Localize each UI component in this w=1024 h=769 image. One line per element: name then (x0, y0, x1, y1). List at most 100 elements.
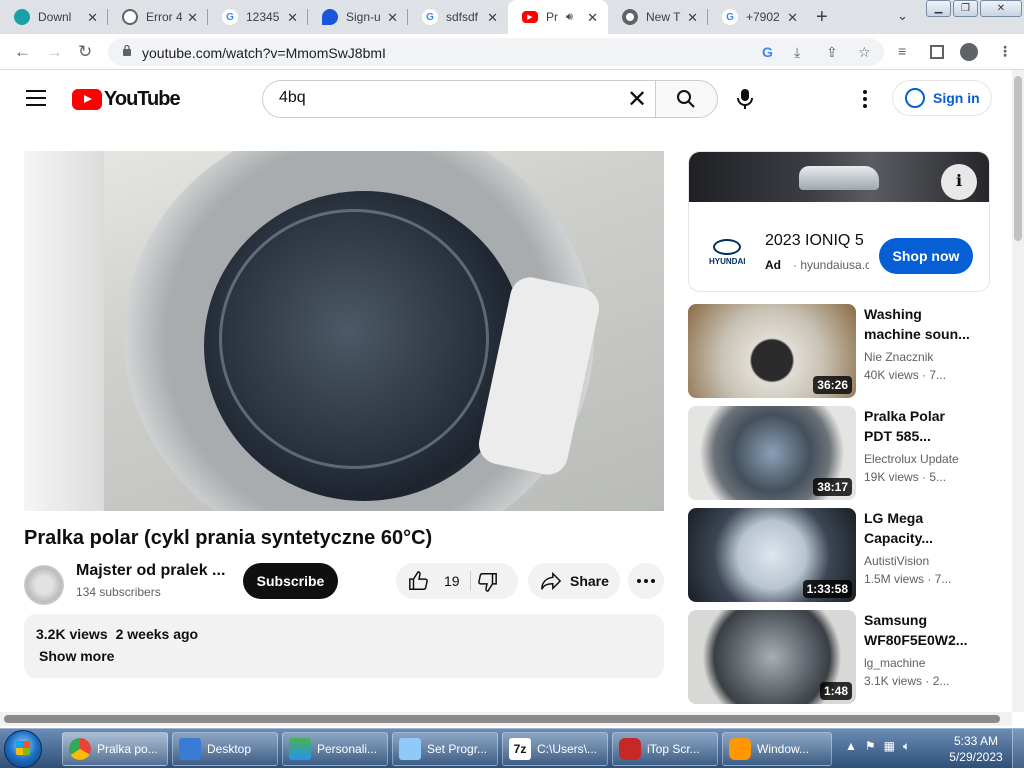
related-channel[interactable]: Electrolux Update (864, 452, 959, 466)
address-bar[interactable]: youtube.com/watch?v=MmomSwJ8bmI G ⤓ ⇪ ☆ (108, 38, 884, 66)
profile-avatar-icon[interactable] (960, 43, 978, 61)
channel-name[interactable]: Majster od pralek ... (76, 562, 226, 580)
close-tab-icon[interactable]: ✕ (687, 10, 698, 26)
screen-recorder-icon (619, 738, 641, 760)
youtube-logo[interactable]: YouTube (72, 88, 181, 111)
browser-tab[interactable]: Error 4 ✕ (108, 0, 208, 34)
close-tab-icon[interactable]: ✕ (587, 10, 598, 26)
clear-search-icon[interactable]: ✕ (627, 85, 647, 114)
media-control-icon[interactable]: ≡ (898, 43, 906, 59)
install-app-icon[interactable]: ⤓ (794, 44, 800, 61)
sign-in-button[interactable]: Sign in (892, 80, 992, 116)
related-channel[interactable]: lg_machine (864, 656, 925, 670)
side-panel-icon[interactable] (930, 45, 944, 59)
microphone-icon[interactable] (736, 88, 754, 110)
browser-tab[interactable]: G 12345 ✕ (208, 0, 308, 34)
more-actions-button[interactable] (628, 563, 664, 599)
upload-age: 2 weeks ago (115, 626, 199, 642)
taskbar-item[interactable]: 7z C:\Users\... (502, 732, 608, 766)
close-tab-icon[interactable]: ✕ (487, 10, 498, 26)
thumbs-down-icon[interactable] (476, 571, 498, 593)
chrome-icon (69, 738, 91, 760)
tab-title: sdfsdf (446, 10, 479, 24)
taskbar-item[interactable]: Pralka po... (62, 732, 168, 766)
video-thumbnail[interactable]: 36:26 (688, 304, 856, 398)
shop-now-button[interactable]: Shop now (879, 238, 973, 274)
search-icon (677, 90, 695, 108)
taskbar-item[interactable]: Personali... (282, 732, 388, 766)
browser-tab[interactable]: Sign-u ✕ (308, 0, 408, 34)
tab-favicon-icon (14, 9, 30, 25)
browser-menu-icon[interactable]: ⋮ (998, 43, 1012, 60)
taskbar-item[interactable]: Desktop (172, 732, 278, 766)
related-video[interactable]: 38:17 Pralka Polar PDT 585... Electrolux … (688, 406, 988, 500)
sidebar-ad[interactable]: i HYUNDAI 2023 IONIQ 5 Ad · hyundaiusa.c… (688, 151, 990, 292)
settings-menu-icon[interactable] (863, 90, 867, 111)
duration-badge: 1:48 (819, 682, 852, 700)
share-button[interactable]: Share (528, 563, 620, 599)
new-tab-button[interactable]: + (816, 6, 828, 29)
related-video[interactable]: 1:48 Samsung WF80F5E0W2... lg_machine 3.1… (688, 610, 988, 704)
like-button[interactable]: 19 (396, 563, 470, 599)
share-label: Share (570, 573, 609, 589)
maximize-button[interactable]: ❐ (953, 0, 978, 17)
related-channel[interactable]: Nie Znacznik (864, 350, 933, 364)
google-lens-icon[interactable]: G (762, 44, 773, 60)
search-input[interactable] (279, 89, 609, 107)
duration-badge: 38:17 (813, 478, 852, 496)
duration-badge: 1:33:58 (802, 580, 852, 598)
browser-tab-active[interactable]: ▶ Pr 🔊︎ ✕ (508, 0, 608, 34)
minimize-button[interactable]: ▁ (926, 0, 951, 17)
forward-arrow-icon[interactable]: → (46, 42, 63, 62)
desktop-icon (179, 738, 201, 760)
video-player[interactable] (24, 151, 664, 511)
taskbar-item[interactable]: Window... (722, 732, 832, 766)
action-center-icon[interactable]: ⚑ (865, 739, 876, 754)
browser-tab[interactable]: New T ✕ (608, 0, 708, 34)
tab-search-chevron-icon[interactable]: ⌄ (897, 8, 908, 24)
browser-tab[interactable]: G +7902 ✕ (708, 0, 808, 34)
horizontal-scrollbar[interactable] (0, 712, 1012, 726)
channel-avatar[interactable] (24, 565, 64, 605)
related-channel[interactable]: AutistiVision (864, 554, 929, 568)
close-tab-icon[interactable]: ✕ (187, 10, 198, 26)
ad-info-icon[interactable]: i (941, 164, 977, 200)
volume-icon[interactable]: 🔈︎ (903, 739, 910, 754)
window-close-button[interactable]: ✕ (980, 0, 1022, 17)
close-tab-icon[interactable]: ✕ (87, 10, 98, 26)
window-controls: ▁ ❐ ✕ (926, 0, 1024, 17)
search-box: ✕ (262, 80, 656, 118)
close-tab-icon[interactable]: ✕ (787, 10, 798, 26)
related-video[interactable]: 36:26 Washing machine soun... Nie Znaczni… (688, 304, 988, 398)
system-tray: ▲ ⚑ ▦ 🔈︎ (845, 739, 910, 754)
subscribe-button[interactable]: Subscribe (243, 563, 338, 599)
network-icon[interactable]: ▦ (884, 739, 895, 754)
vertical-scrollbar[interactable] (1012, 70, 1024, 712)
taskbar-item[interactable]: Set Progr... (392, 732, 498, 766)
video-thumbnail[interactable]: 1:48 (688, 610, 856, 704)
video-thumbnail[interactable]: 38:17 (688, 406, 856, 500)
bookmark-star-icon[interactable]: ☆ (858, 44, 871, 61)
system-clock[interactable]: 5:33 AM 5/29/2023 (944, 733, 1008, 765)
reload-icon[interactable]: ↻ (78, 42, 92, 62)
browser-tab[interactable]: Downl ✕ (0, 0, 108, 34)
show-more-link[interactable]: Show more (39, 648, 652, 664)
tray-expand-icon[interactable]: ▲ (845, 739, 857, 754)
close-tab-icon[interactable]: ✕ (287, 10, 298, 26)
description-box[interactable]: 3.2K views 2 weeks ago Show more (24, 614, 664, 678)
back-arrow-icon[interactable]: ← (14, 42, 31, 62)
related-video[interactable]: 1:33:58 LG Mega Capacity... AutistiVision… (688, 508, 988, 602)
show-desktop-button[interactable] (1012, 729, 1024, 769)
hamburger-menu-icon[interactable] (26, 90, 46, 111)
taskbar-item[interactable]: iTop Scr... (612, 732, 718, 766)
share-page-icon[interactable]: ⇪ (826, 44, 838, 61)
browser-toolbar: ← → ↻ youtube.com/watch?v=MmomSwJ8bmI G … (0, 34, 1024, 70)
speaker-icon[interactable]: 🔊︎ (566, 11, 573, 24)
close-tab-icon[interactable]: ✕ (387, 10, 398, 26)
start-button[interactable] (4, 730, 42, 768)
youtube-page: YouTube ✕ Sign in Pralka polar (cykl pra… (0, 70, 1012, 712)
browser-tab[interactable]: G sdfsdf ✕ (408, 0, 508, 34)
youtube-wordmark: YouTube (104, 88, 181, 110)
video-thumbnail[interactable]: 1:33:58 (688, 508, 856, 602)
search-button[interactable] (655, 80, 718, 118)
